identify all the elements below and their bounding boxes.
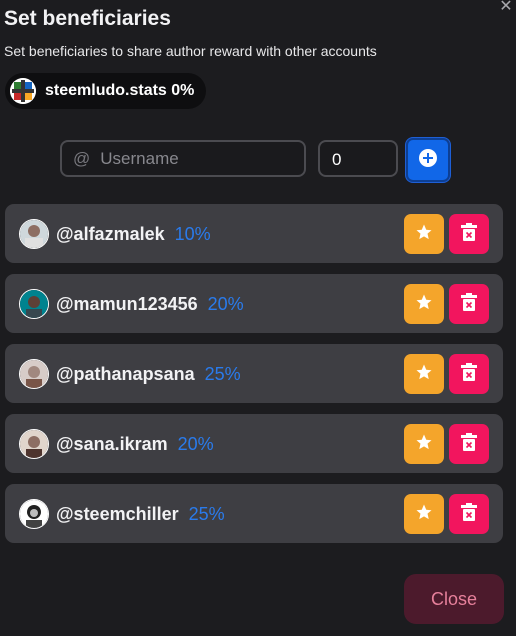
author-badge: steemludo.stats 0% xyxy=(5,73,206,109)
trash-icon xyxy=(461,432,477,456)
trash-icon xyxy=(461,292,477,316)
beneficiary-username: @pathanapsana xyxy=(56,364,195,384)
beneficiary-weight: 25% xyxy=(188,504,225,524)
beneficiary-weight: 20% xyxy=(177,434,214,454)
username-input[interactable] xyxy=(98,147,293,170)
beneficiary-row: @sana.ikram 20% xyxy=(5,414,503,473)
author-label: steemludo.stats 0% xyxy=(45,82,195,99)
avatar xyxy=(19,359,49,389)
close-icon[interactable]: ✕ xyxy=(498,0,514,16)
beneficiary-row: @steemchiller 25% xyxy=(5,484,503,543)
dialog-subtitle: Set beneficiaries to share author reward… xyxy=(4,43,377,59)
star-icon xyxy=(415,293,433,316)
beneficiary-username: @sana.ikram xyxy=(56,434,168,454)
delete-button[interactable] xyxy=(449,214,489,254)
avatar xyxy=(19,289,49,319)
star-button[interactable] xyxy=(404,354,444,394)
beneficiary-username: @alfazmalek xyxy=(56,224,165,244)
star-button[interactable] xyxy=(404,284,444,324)
delete-button[interactable] xyxy=(449,354,489,394)
star-button[interactable] xyxy=(404,214,444,254)
author-avatar xyxy=(10,78,36,104)
username-field[interactable]: @ xyxy=(60,140,306,177)
percent-input[interactable] xyxy=(330,149,394,171)
delete-button[interactable] xyxy=(449,424,489,464)
beneficiary-weight: 20% xyxy=(207,294,244,314)
trash-icon xyxy=(461,502,477,526)
add-beneficiary-button[interactable] xyxy=(406,138,450,182)
at-symbol: @ xyxy=(73,148,91,168)
star-icon xyxy=(415,433,433,456)
close-button[interactable]: Close xyxy=(404,574,504,624)
star-button[interactable] xyxy=(404,494,444,534)
star-icon xyxy=(415,503,433,526)
star-icon xyxy=(415,363,433,386)
beneficiary-username: @steemchiller xyxy=(56,504,179,524)
avatar xyxy=(19,219,49,249)
star-icon xyxy=(415,223,433,246)
plus-circle-icon xyxy=(418,148,438,173)
trash-icon xyxy=(461,222,477,246)
beneficiary-username: @mamun123456 xyxy=(56,294,198,314)
beneficiary-row: @alfazmalek 10% xyxy=(5,204,503,263)
beneficiary-row: @pathanapsana 25% xyxy=(5,344,503,403)
trash-icon xyxy=(461,362,477,386)
star-button[interactable] xyxy=(404,424,444,464)
percent-field[interactable] xyxy=(318,140,398,177)
beneficiary-row: @mamun123456 20% xyxy=(5,274,503,333)
avatar xyxy=(19,429,49,459)
avatar xyxy=(19,499,49,529)
beneficiary-weight: 10% xyxy=(174,224,211,244)
delete-button[interactable] xyxy=(449,284,489,324)
beneficiary-weight: 25% xyxy=(204,364,241,384)
dialog-title: Set beneficiaries xyxy=(4,7,171,30)
delete-button[interactable] xyxy=(449,494,489,534)
